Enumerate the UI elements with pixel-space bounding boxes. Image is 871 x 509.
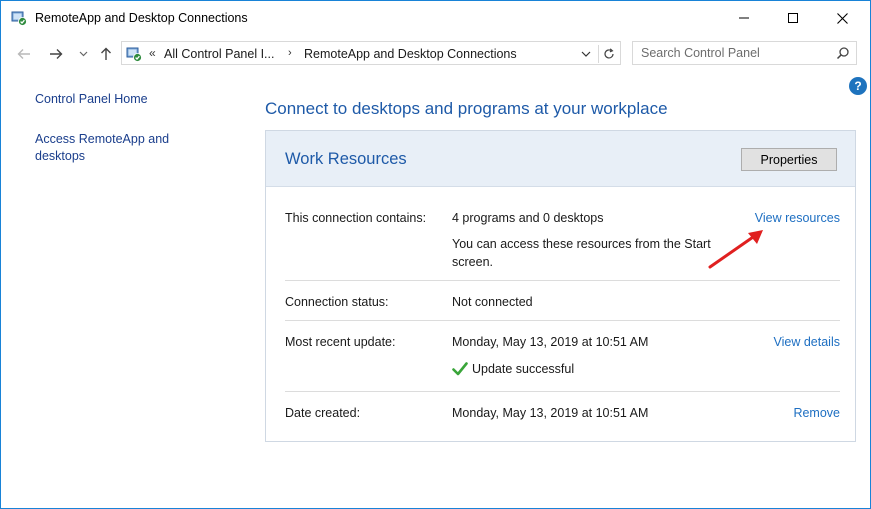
address-dropdown-icon[interactable] [578,46,594,62]
page-title: Connect to desktops and programs at your… [265,99,668,118]
address-bar[interactable]: « All Control Panel I... › RemoteApp and… [121,41,621,65]
back-arrow-icon[interactable] [15,45,33,63]
minimize-button[interactable] [721,1,767,35]
row-value: Monday, May 13, 2019 at 10:51 AM [452,406,649,420]
remove-link[interactable]: Remove [793,406,840,420]
properties-button[interactable]: Properties [741,148,837,171]
breadcrumb-separator[interactable]: › [288,47,292,59]
close-button[interactable] [819,1,865,35]
breadcrumb-overflow[interactable]: « [149,46,156,60]
help-icon[interactable]: ? [849,77,867,95]
title-bar: RemoteApp and Desktop Connections [1,1,870,35]
panel-header: Work Resources Properties [266,131,855,187]
breadcrumb-remoteapp[interactable]: RemoteApp and Desktop Connections [304,47,517,61]
refresh-icon[interactable] [598,45,619,63]
view-details-link[interactable]: View details [774,335,840,349]
sidebar-item-control-panel-home[interactable]: Control Panel Home [35,91,148,108]
breadcrumb-all-control-panel[interactable]: All Control Panel I... [164,47,274,61]
control-panel-icon [126,46,142,62]
date-created-row: Date created: Monday, May 13, 2019 at 10… [285,406,840,426]
divider [285,391,840,392]
row-value: 4 programs and 0 desktops [452,211,604,225]
row-note: You can access these resources from the … [452,237,711,269]
annotation-arrow-icon [708,230,763,269]
update-status-text: Update successful [472,362,575,376]
row-value: Not connected [452,295,533,309]
row-label: Most recent update: [285,335,396,349]
divider [285,280,840,281]
forward-arrow-icon[interactable] [47,45,65,63]
most-recent-update-row: Most recent update: Monday, May 13, 2019… [285,335,840,385]
row-label: Date created: [285,406,361,420]
window: RemoteApp and Desktop Connections « All … [0,0,871,509]
window-title: RemoteApp and Desktop Connections [35,11,248,25]
remoteapp-icon [11,10,27,26]
divider [285,320,840,321]
up-arrow-icon[interactable] [97,45,115,63]
row-value: Monday, May 13, 2019 at 10:51 AM [452,335,649,349]
row-label: Connection status: [285,295,389,309]
panel-title: Work Resources [285,150,407,168]
checkmark-icon [452,361,468,377]
sidebar-item-access-remoteapp[interactable]: Access RemoteApp and desktops [35,131,195,165]
search-icon[interactable] [836,46,850,60]
maximize-button[interactable] [770,1,816,35]
address-row: « All Control Panel I... › RemoteApp and… [1,39,870,69]
search-box[interactable] [632,41,857,65]
work-resources-panel: Work Resources Properties This connectio… [265,130,856,442]
row-label: This connection contains: [285,211,427,225]
search-input[interactable] [641,45,821,61]
recent-locations-chevron-icon[interactable] [74,45,92,63]
connection-status-row: Connection status: Not connected [285,295,840,315]
